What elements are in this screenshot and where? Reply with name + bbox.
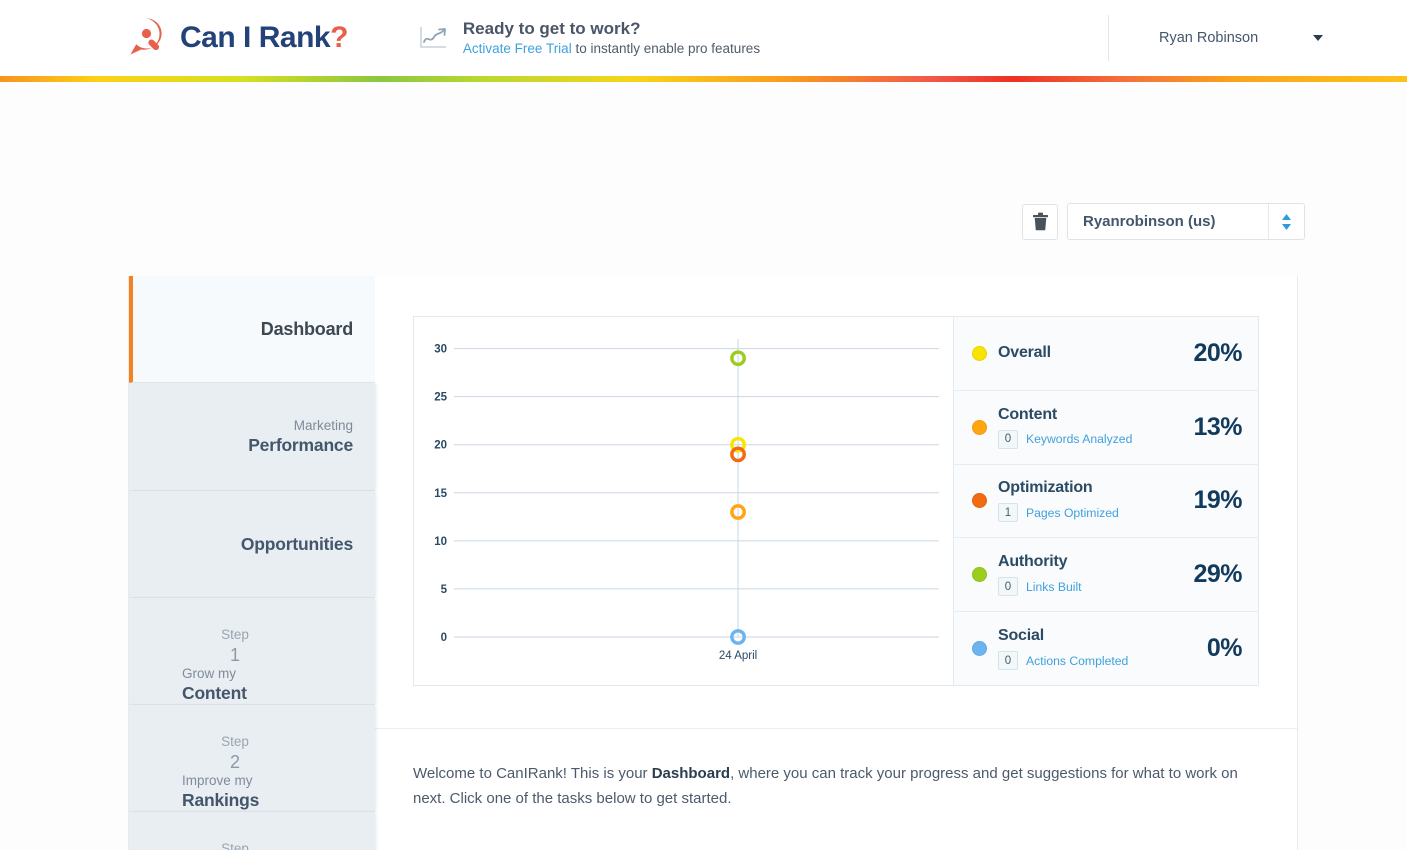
- stat-percent: 0%: [1207, 634, 1242, 663]
- stat-count-badge: 0: [998, 430, 1018, 449]
- stat-sub-link[interactable]: Actions Completed: [1026, 654, 1128, 668]
- stat-sub: 0 Keywords Analyzed: [998, 430, 1193, 449]
- sidebar-item-kicker: Improve my: [182, 773, 300, 788]
- page-body: Ryanrobinson (us) Dashboard Marketing Pe…: [0, 82, 1407, 850]
- stat-count-badge: 1: [998, 503, 1018, 522]
- stats-panel: Overall 20% Content 0 Keywords Analyzed: [954, 317, 1258, 685]
- step-labels: Improve my Rankings: [182, 773, 300, 811]
- sidebar-item-step-2[interactable]: Step 2 Improve my Rankings: [129, 705, 375, 812]
- step-word: Step: [206, 627, 264, 643]
- step-word: Step: [206, 734, 264, 750]
- brand-logo[interactable]: Can I Rank?: [127, 15, 348, 61]
- status-dot-icon: [972, 567, 987, 582]
- stat-row-optimization[interactable]: Optimization 1 Pages Optimized 19%: [954, 465, 1258, 539]
- status-dot-icon: [972, 346, 987, 361]
- step-indicator: Step 3: [206, 841, 264, 850]
- stat-sub-link[interactable]: Keywords Analyzed: [1026, 432, 1132, 446]
- x-axis-tick-label: 24 April: [719, 650, 757, 662]
- main-content: 05101520253024 April Overall 20% Content: [375, 276, 1297, 850]
- welcome-part-1: Welcome to CanIRank! This is your: [413, 765, 652, 782]
- stat-name: Social: [998, 627, 1207, 645]
- stat-name: Authority: [998, 553, 1193, 571]
- sidebar-item-step-1[interactable]: Step 1 Grow my Content: [129, 598, 375, 705]
- stat-row-social[interactable]: Social 0 Actions Completed 0%: [954, 612, 1258, 685]
- progress-chart-svg: 0 5 10 15 20 25 30 24 April: [414, 317, 953, 685]
- site-toolbar: Ryanrobinson (us): [1022, 203, 1305, 240]
- sidebar-item-label: Rankings: [182, 790, 300, 811]
- stat-row-overall[interactable]: Overall 20%: [954, 317, 1258, 391]
- step-number: 1: [206, 644, 264, 667]
- y-axis-tick-label: 5: [441, 584, 448, 596]
- sidebar-item-label: Dashboard: [133, 319, 353, 340]
- stat-sub: 1 Pages Optimized: [998, 503, 1193, 522]
- sidebar-item-step-3[interactable]: Step 3 Promote my Content: [129, 812, 375, 850]
- y-axis-tick-label: 20: [434, 440, 447, 452]
- y-axis-tick-label: 15: [434, 488, 447, 500]
- stat-name: Optimization: [998, 479, 1193, 497]
- sidebar-item-label: Content: [182, 683, 300, 704]
- stat-sub: 0 Actions Completed: [998, 651, 1207, 670]
- sidebar-item-kicker: Grow my: [182, 666, 300, 681]
- stat-percent: 20%: [1193, 339, 1242, 368]
- sidebar-nav: Dashboard Marketing Performance Opportun…: [129, 276, 375, 850]
- sidebar-item-dashboard[interactable]: Dashboard: [129, 276, 375, 383]
- step-word: Step: [206, 841, 264, 850]
- sidebar-item-label: Opportunities: [129, 534, 353, 555]
- magnifier-logo-icon: [127, 15, 173, 61]
- step-indicator: Step 2: [206, 734, 264, 773]
- progress-chart: 0 5 10 15 20 25 30 24 April: [414, 317, 954, 685]
- sidebar-item-opportunities[interactable]: Opportunities: [129, 491, 375, 598]
- stat-name: Content: [998, 406, 1193, 424]
- step-labels: Grow my Content: [182, 666, 300, 704]
- overview-widgets: 05101520253024 April Overall 20% Content: [413, 316, 1259, 686]
- delete-site-button[interactable]: [1022, 204, 1058, 240]
- dashboard-card: Dashboard Marketing Performance Opportun…: [128, 276, 1298, 850]
- y-axis-tick-label: 30: [434, 344, 447, 356]
- stat-name: Overall: [998, 344, 1193, 362]
- chevron-down-icon: [1313, 35, 1323, 41]
- stat-row-authority[interactable]: Authority 0 Links Built 29%: [954, 538, 1258, 612]
- stat-percent: 29%: [1193, 560, 1242, 589]
- step-number: 2: [206, 751, 264, 774]
- stat-sub-link[interactable]: Pages Optimized: [1026, 506, 1119, 520]
- site-select-value: Ryanrobinson (us): [1068, 213, 1216, 230]
- stat-sub: 0 Links Built: [998, 577, 1193, 596]
- status-dot-icon: [972, 493, 987, 508]
- stat-percent: 13%: [1193, 413, 1242, 442]
- section-divider: [375, 728, 1297, 729]
- status-dot-icon: [972, 641, 987, 656]
- y-axis-tick-label: 10: [434, 536, 447, 548]
- user-name-label: Ryan Robinson: [1159, 30, 1258, 46]
- promo-subtitle-rest: to instantly enable pro features: [572, 41, 760, 56]
- sidebar-item-kicker: Marketing: [129, 418, 353, 433]
- line-chart-growth-icon: [419, 25, 449, 51]
- select-updown-icon: [1268, 204, 1304, 239]
- trash-icon: [1032, 212, 1049, 231]
- promo-title: Ready to get to work?: [463, 18, 760, 39]
- stat-count-badge: 0: [998, 577, 1018, 596]
- welcome-bold: Dashboard: [652, 765, 730, 782]
- stat-count-badge: 0: [998, 651, 1018, 670]
- user-menu[interactable]: Ryan Robinson: [1108, 15, 1323, 61]
- top-header-bar: Can I Rank? Ready to get to work? Activa…: [0, 0, 1407, 76]
- site-select[interactable]: Ryanrobinson (us): [1067, 203, 1305, 240]
- promo-subtitle: Activate Free Trial to instantly enable …: [463, 41, 760, 58]
- welcome-text: Welcome to CanIRank! This is your Dashbo…: [413, 761, 1269, 811]
- y-axis-tick-label: 25: [434, 392, 447, 404]
- step-indicator: Step 1: [206, 627, 264, 666]
- stat-percent: 19%: [1193, 486, 1242, 515]
- sidebar-item-performance[interactable]: Marketing Performance: [129, 383, 375, 491]
- activate-free-trial-link[interactable]: Activate Free Trial: [463, 41, 572, 56]
- status-dot-icon: [972, 420, 987, 435]
- promo-banner: Ready to get to work? Activate Free Tria…: [419, 18, 760, 58]
- stat-sub-link[interactable]: Links Built: [1026, 580, 1082, 594]
- y-axis-tick-label: 0: [441, 632, 447, 644]
- brand-logo-text: Can I Rank?: [180, 21, 348, 55]
- sidebar-item-label: Performance: [129, 435, 353, 456]
- stat-row-content[interactable]: Content 0 Keywords Analyzed 13%: [954, 391, 1258, 465]
